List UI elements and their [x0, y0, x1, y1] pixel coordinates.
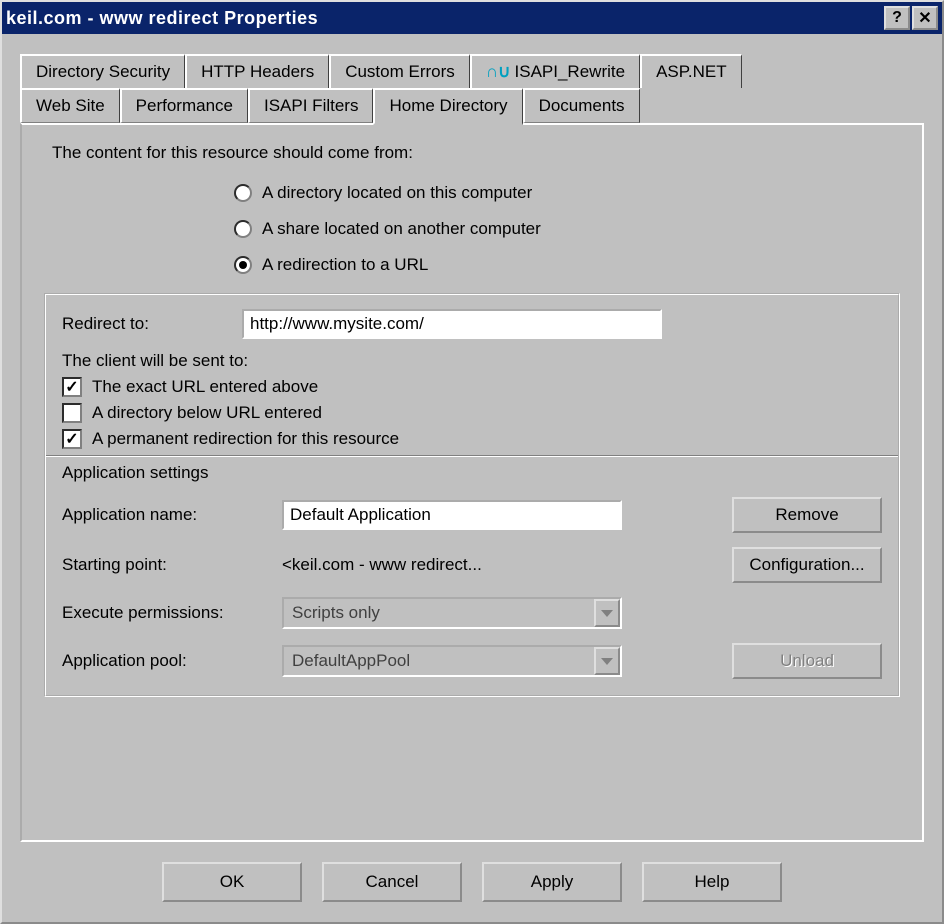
tab-strip: Directory Security HTTP Headers Custom E… [20, 54, 924, 123]
tab-isapi-rewrite[interactable]: ∩∪ISAPI_Rewrite [470, 54, 640, 88]
radio-redirect[interactable] [234, 256, 252, 274]
help-button[interactable]: Help [642, 862, 782, 902]
properties-dialog: keil.com - www redirect Properties ? ✕ D… [0, 0, 944, 924]
check-dir-below-label: A directory below URL entered [92, 403, 322, 423]
exec-perm-select[interactable]: Scripts only [282, 597, 622, 629]
cancel-button[interactable]: Cancel [322, 862, 462, 902]
isapi-icon: ∩∪ [486, 62, 511, 81]
help-titlebar-button[interactable]: ? [884, 6, 910, 30]
app-settings-heading: Application settings [62, 463, 882, 483]
tab-asp-net[interactable]: ASP.NET [640, 54, 742, 88]
check-permanent-label: A permanent redirection for this resourc… [92, 429, 399, 449]
tab-http-headers[interactable]: HTTP Headers [185, 54, 329, 88]
apply-button[interactable]: Apply [482, 862, 622, 902]
tab-documents[interactable]: Documents [523, 88, 640, 123]
unload-button: Unload [732, 643, 882, 679]
tab-performance[interactable]: Performance [120, 88, 248, 123]
close-titlebar-button[interactable]: ✕ [912, 6, 938, 30]
tab-isapi-rewrite-label: ISAPI_Rewrite [515, 62, 626, 81]
app-name-label: Application name: [62, 505, 282, 525]
chevron-down-icon [594, 599, 620, 627]
chevron-down-icon [594, 647, 620, 675]
check-exact-url-label: The exact URL entered above [92, 377, 318, 397]
exec-perm-label: Execute permissions: [62, 603, 282, 623]
titlebar: keil.com - www redirect Properties ? ✕ [2, 2, 942, 34]
exec-perm-value: Scripts only [284, 603, 594, 623]
tab-directory-security[interactable]: Directory Security [20, 54, 185, 88]
redirect-to-input[interactable] [242, 309, 662, 339]
tab-custom-errors[interactable]: Custom Errors [329, 54, 470, 88]
check-permanent[interactable] [62, 429, 82, 449]
tab-home-directory[interactable]: Home Directory [373, 88, 522, 125]
window-title: keil.com - www redirect Properties [6, 8, 884, 29]
app-pool-label: Application pool: [62, 651, 282, 671]
redirect-group: Redirect to: The client will be sent to:… [44, 293, 900, 697]
tab-panel-home-directory: The content for this resource should com… [20, 123, 924, 842]
remove-button[interactable]: Remove [732, 497, 882, 533]
tab-isapi-filters[interactable]: ISAPI Filters [248, 88, 373, 123]
radio-share[interactable] [234, 220, 252, 238]
tab-web-site[interactable]: Web Site [20, 88, 120, 123]
app-pool-value: DefaultAppPool [284, 651, 594, 671]
ok-button[interactable]: OK [162, 862, 302, 902]
starting-point-label: Starting point: [62, 555, 282, 575]
app-name-input[interactable] [282, 500, 622, 530]
content-source-heading: The content for this resource should com… [52, 143, 900, 163]
configuration-button[interactable]: Configuration... [732, 547, 882, 583]
radio-local-dir-label: A directory located on this computer [262, 183, 532, 203]
radio-redirect-label: A redirection to a URL [262, 255, 428, 275]
check-dir-below[interactable] [62, 403, 82, 423]
radio-share-label: A share located on another computer [262, 219, 541, 239]
dialog-button-row: OK Cancel Apply Help [20, 842, 924, 906]
redirect-to-label: Redirect to: [62, 314, 242, 334]
client-sent-heading: The client will be sent to: [62, 351, 882, 371]
radio-local-dir[interactable] [234, 184, 252, 202]
check-exact-url[interactable] [62, 377, 82, 397]
starting-point-value: <keil.com - www redirect... [282, 555, 482, 574]
app-pool-select[interactable]: DefaultAppPool [282, 645, 622, 677]
